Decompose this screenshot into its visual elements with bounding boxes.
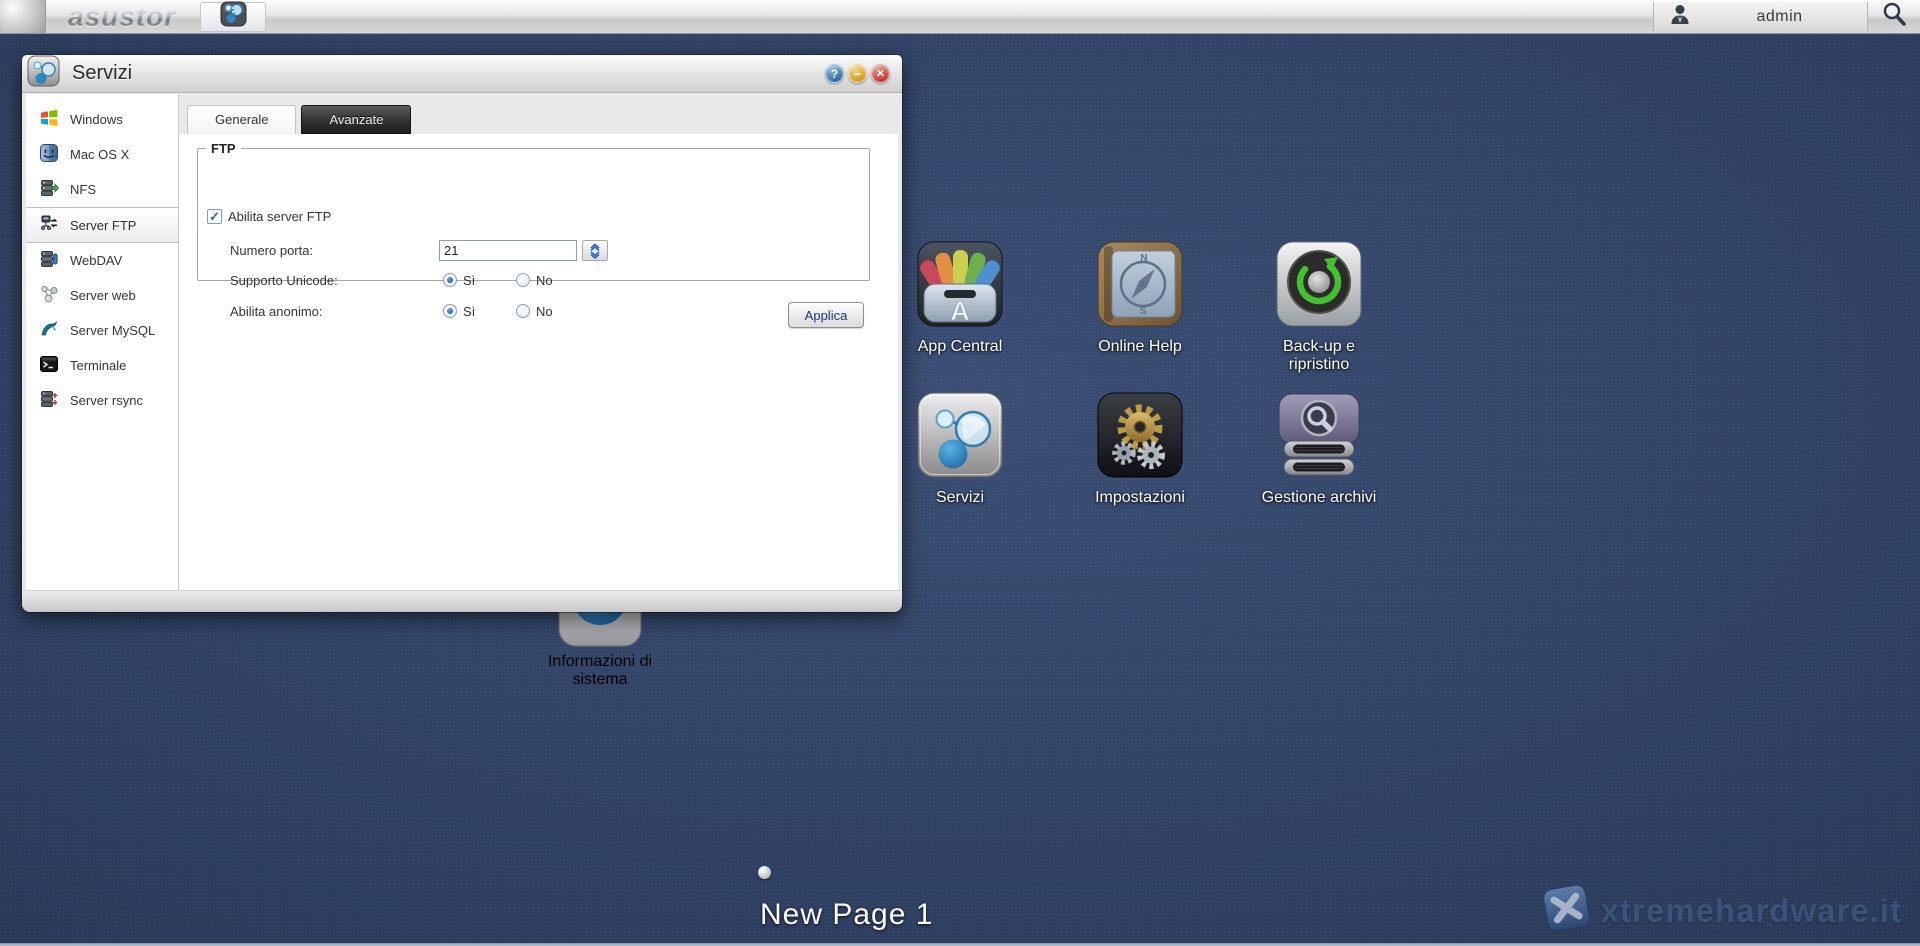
- svg-text:S: S: [1140, 306, 1147, 317]
- web-server-icon: [39, 284, 59, 307]
- system-info-icon: [556, 635, 644, 652]
- port-spinner[interactable]: [582, 240, 608, 261]
- close-button[interactable]: ✕: [871, 64, 890, 83]
- sidebar-item-label: Mac OS X: [70, 147, 129, 162]
- anonymous-label: Abilita anonimo:: [230, 304, 443, 319]
- mysql-icon: [39, 319, 59, 342]
- sidebar-item-label: WebDAV: [70, 253, 122, 268]
- sidebar-item-label: Server rsync: [70, 393, 143, 408]
- asustor-logo: asustor: [68, 1, 176, 33]
- watermark-text: xtremehardware.it: [1601, 892, 1902, 930]
- svg-text:N: N: [1140, 253, 1147, 264]
- port-input[interactable]: [439, 240, 577, 261]
- desktop-icon-label: Impostazioni: [1050, 489, 1230, 507]
- sidebar-item-server-ftp[interactable]: Server FTP: [26, 207, 178, 243]
- backup-restore-icon: [1275, 240, 1363, 333]
- sidebar-item-label: NFS: [70, 182, 96, 197]
- sidebar-item-webdav[interactable]: WebDAV: [26, 243, 178, 278]
- desktop-icon-backup-restore[interactable]: Back-up e ripristino: [1229, 240, 1409, 374]
- help-button[interactable]: ?: [825, 64, 844, 83]
- sidebar-item-label: Server MySQL: [70, 323, 155, 338]
- storage-manager-icon: [1275, 391, 1363, 484]
- anonymous-no-label: No: [536, 304, 553, 319]
- windows-icon: [39, 108, 59, 131]
- services-sidebar: Windows Mac OS X NFS Server FTP WebDAV S…: [26, 94, 179, 590]
- corner-menu-button[interactable]: [0, 0, 46, 33]
- apply-button[interactable]: Applica: [788, 302, 864, 328]
- mac-os-icon: [39, 143, 59, 166]
- desktop-icon-label: Online Help: [1050, 338, 1230, 356]
- window-footer: [22, 590, 902, 612]
- xtremehardware-logo-icon: [1538, 880, 1594, 941]
- ftp-server-icon: [39, 214, 59, 237]
- services-window-icon: [27, 55, 60, 92]
- unicode-yes-label: Sì: [463, 273, 516, 288]
- desktop-icon-settings[interactable]: Impostazioni: [1050, 391, 1230, 507]
- spinner-arrows-icon: [589, 243, 601, 259]
- minimize-button[interactable]: −: [848, 64, 867, 83]
- desktop-icon-label: Back-up e ripristino: [1229, 338, 1409, 374]
- tab-generale[interactable]: Generale: [187, 105, 296, 134]
- services-icon: [916, 391, 1004, 484]
- tab-avanzate[interactable]: Avanzate: [301, 105, 411, 134]
- webdav-server-icon: [39, 249, 59, 272]
- tab-strip: Generale Avanzate: [179, 94, 898, 134]
- desktop-icon-label: Gestione archivi: [1229, 489, 1409, 507]
- services-window: Servizi ? − ✕ Windows Mac OS X NFS Serve…: [22, 55, 902, 612]
- enable-ftp-checkbox[interactable]: ✓: [207, 209, 222, 224]
- sidebar-item-windows[interactable]: Windows: [26, 102, 178, 137]
- unicode-label: Supporto Unicode:: [230, 273, 443, 288]
- watermark: xtremehardware.it: [1543, 884, 1902, 937]
- anonymous-no-radio[interactable]: [516, 304, 530, 318]
- username-label: admin: [1692, 8, 1867, 26]
- tab-content-area: Generale Avanzate FTP ✓ Abilita server F…: [179, 94, 898, 590]
- unicode-yes-radio[interactable]: [443, 273, 457, 287]
- rsync-server-icon: [39, 389, 59, 412]
- taskbar-app-servizi[interactable]: [200, 2, 266, 32]
- page-title: New Page 1: [760, 898, 933, 932]
- window-title: Servizi: [72, 62, 825, 85]
- enable-ftp-label: Abilita server FTP: [228, 209, 331, 224]
- desktop-icon-label: Informazioni di sistema: [510, 653, 690, 689]
- sidebar-item-label: Terminale: [70, 358, 126, 373]
- nfs-server-icon: [39, 178, 59, 201]
- terminal-icon: [39, 354, 59, 377]
- search-button[interactable]: [1868, 0, 1920, 33]
- sidebar-item-label: Server FTP: [70, 218, 136, 233]
- anonymous-yes-label: Sì: [463, 304, 516, 319]
- unicode-no-label: No: [536, 273, 553, 288]
- user-menu[interactable]: admin: [1653, 2, 1868, 31]
- desktop-icon-online-help[interactable]: NS Online Help: [1050, 240, 1230, 356]
- ftp-legend: FTP: [206, 141, 241, 156]
- desktop-icon-storage-manager[interactable]: Gestione archivi: [1229, 391, 1409, 507]
- sidebar-item-terminale[interactable]: Terminale: [26, 348, 178, 383]
- svg-text:A: A: [950, 296, 970, 326]
- unicode-no-radio[interactable]: [516, 273, 530, 287]
- page-indicator-dot[interactable]: [758, 866, 771, 879]
- settings-icon: [1096, 391, 1184, 484]
- services-mini-icon: [220, 1, 247, 32]
- sidebar-item-server-rsync[interactable]: Server rsync: [26, 383, 178, 418]
- search-icon: [1881, 1, 1907, 32]
- window-titlebar[interactable]: Servizi ? − ✕: [22, 55, 902, 93]
- sidebar-item-server-mysql[interactable]: Server MySQL: [26, 313, 178, 348]
- sidebar-item-label: Server web: [70, 288, 136, 303]
- sidebar-item-server-web[interactable]: Server web: [26, 278, 178, 313]
- port-label: Numero porta:: [230, 243, 439, 258]
- app-central-icon: A: [916, 240, 1004, 333]
- top-bar: asustor admin: [0, 0, 1920, 34]
- online-help-icon: NS: [1096, 240, 1184, 333]
- sidebar-item-nfs[interactable]: NFS: [26, 172, 178, 207]
- sidebar-item-mac-os-x[interactable]: Mac OS X: [26, 137, 178, 172]
- anonymous-yes-radio[interactable]: [443, 304, 457, 318]
- user-icon: [1668, 2, 1692, 31]
- sidebar-item-label: Windows: [70, 112, 123, 127]
